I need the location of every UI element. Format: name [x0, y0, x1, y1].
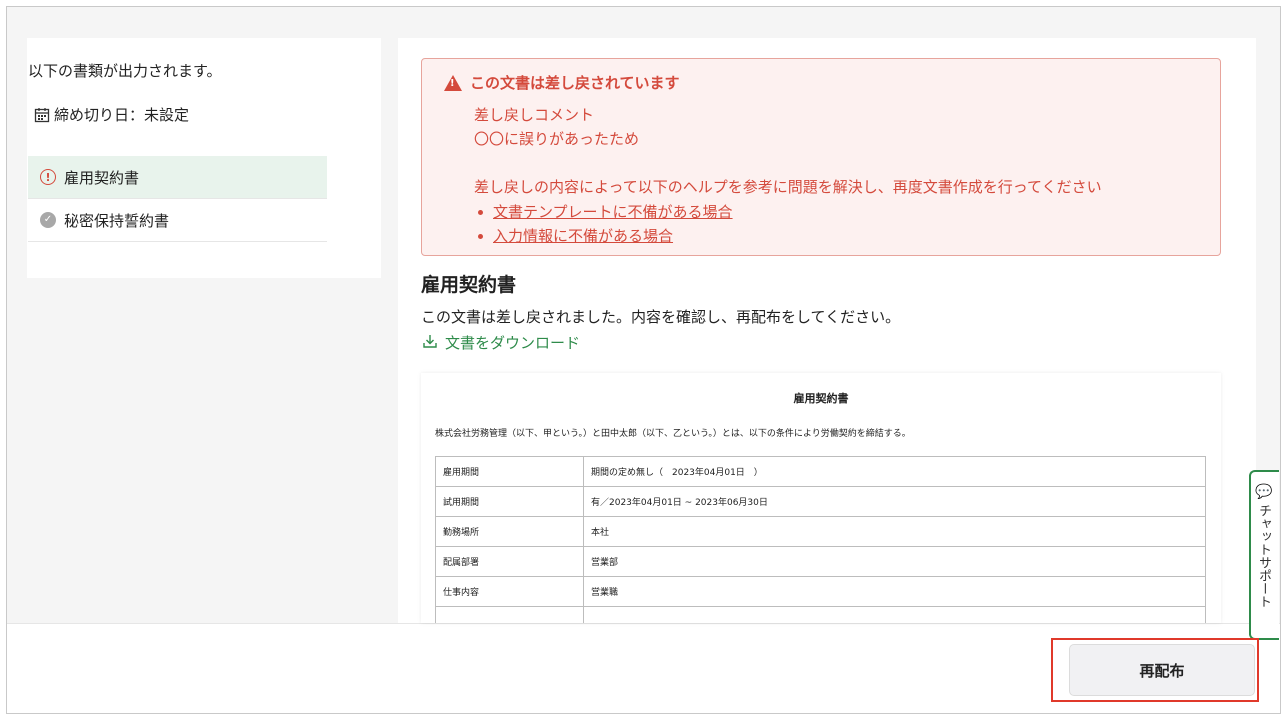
document-item-nda[interactable]: ✓ 秘密保持誓約書: [28, 199, 327, 242]
chat-support-label: チャットサポート: [1256, 504, 1271, 608]
help-link-item: 文書テンプレートに不備がある場合: [478, 201, 733, 222]
help-link-template[interactable]: 文書テンプレートに不備がある場合: [493, 203, 733, 221]
preview-table: 雇用期間 期間の定め無し（ 2023年04月01日 ） 試用期間 有／2023年04…: [435, 456, 1206, 623]
table-row: [435, 606, 1206, 623]
preview-intro: 株式会社労務管理（以下、甲という。）と田中太郎（以下、乙という。）とは、以下の条…: [435, 429, 911, 439]
help-link-input[interactable]: 入力情報に不備がある場合: [493, 227, 673, 245]
deadline-label: 締め切り日：未設定: [54, 106, 190, 124]
check-circle-icon: ✓: [40, 212, 56, 228]
table-row: 試用期間 有／2023年04月01日 ~ 2023年06月30日: [435, 486, 1206, 517]
document-item-employment-contract[interactable]: ! 雇用契約書: [28, 156, 327, 199]
returned-alert: ! この文書は差し戻されています 差し戻しコメント 〇〇に誤りがあったため 差し…: [421, 58, 1221, 256]
document-item-label: 雇用契約書: [64, 168, 140, 187]
document-list: ! 雇用契約書 ✓ 秘密保持誓約書: [28, 156, 327, 242]
chat-support-tab[interactable]: 💬 チャットサポート: [1249, 470, 1279, 640]
warning-triangle-icon: !: [444, 74, 462, 91]
document-preview: 雇用契約書 株式会社労務管理（以下、甲という。）と田中太郎（以下、乙という。）と…: [421, 373, 1221, 623]
comment-heading: 差し戻しコメント: [474, 106, 595, 124]
download-link[interactable]: 文書をダウンロード: [423, 332, 580, 353]
help-link-item: 入力情報に不備がある場合: [478, 225, 673, 246]
table-row: 雇用期間 期間の定め無し（ 2023年04月01日 ）: [435, 456, 1206, 487]
download-icon: [423, 334, 437, 352]
table-row: 勤務場所 本社: [435, 516, 1206, 547]
preview-title: 雇用契約書: [793, 392, 849, 405]
alert-title: ! この文書は差し戻されています: [444, 72, 680, 93]
table-row: 仕事内容 営業職: [435, 576, 1206, 607]
warning-circle-icon: !: [40, 169, 56, 185]
comment-body: 〇〇に誤りがあったため: [474, 130, 640, 148]
table-row: 配属部署 営業部: [435, 546, 1206, 577]
intro-text: 以下の書類が出力されます。: [28, 62, 222, 80]
download-label: 文書をダウンロード: [445, 334, 581, 352]
document-title: 雇用契約書: [421, 274, 517, 296]
document-description: この文書は差し戻されました。内容を確認し、再配布をしてください。: [421, 308, 901, 326]
chat-bubble-icon: 💬: [1255, 484, 1273, 500]
document-item-label: 秘密保持誓約書: [64, 211, 170, 230]
calendar-icon: [34, 107, 50, 123]
alert-title-text: この文書は差し戻されています: [470, 74, 680, 92]
help-text: 差し戻しの内容によって以下のヘルプを参考に問題を解決し、再度文書作成を行ってくだ…: [474, 178, 1102, 196]
highlight-box: [1051, 638, 1259, 702]
deadline-info: 締め切り日：未設定: [34, 104, 189, 125]
